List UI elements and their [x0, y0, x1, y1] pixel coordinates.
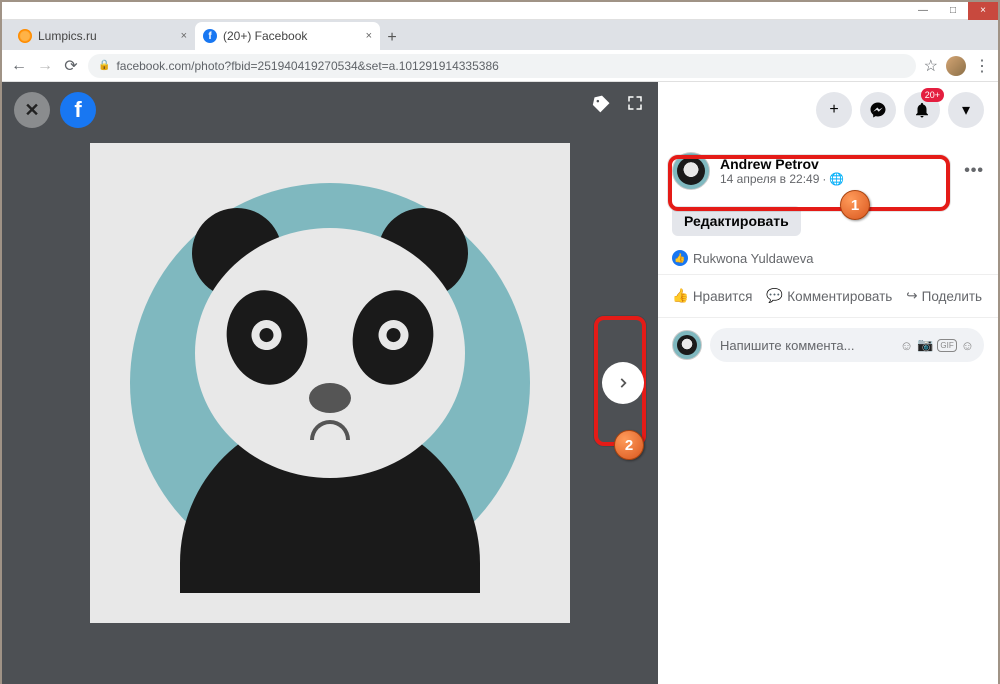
- thumbs-up-icon: 👍: [672, 288, 689, 304]
- tab-close-icon[interactable]: ×: [181, 30, 187, 42]
- photo-viewer: ✕ f: [2, 82, 658, 684]
- window-maximize-button[interactable]: □: [938, 2, 968, 20]
- fullscreen-icon[interactable]: [626, 94, 644, 119]
- photo-image: [90, 143, 570, 623]
- gif-icon[interactable]: GIF: [937, 339, 956, 352]
- my-avatar[interactable]: [672, 330, 702, 360]
- comment-placeholder: Напишите коммента...: [720, 338, 896, 353]
- share-button[interactable]: ↪ Поделить: [906, 281, 982, 311]
- tab-strip: Lumpics.ru × f (20+) Facebook × +: [2, 20, 998, 50]
- globe-icon[interactable]: 🌐: [829, 172, 844, 186]
- post-actions: 👍 Нравится 💬 Комментировать ↪ Поделить: [658, 274, 998, 318]
- comment-input[interactable]: Напишите коммента... ☺ 📷 GIF ☺: [710, 328, 984, 362]
- post-timestamp[interactable]: 14 апреля в 22:49: [720, 172, 819, 186]
- window-close-button[interactable]: ×: [968, 2, 998, 20]
- tab-title: Lumpics.ru: [38, 29, 97, 43]
- favicon-icon: [18, 29, 32, 43]
- window-minimize-button[interactable]: —: [908, 2, 938, 20]
- bookmark-star-icon[interactable]: ☆: [924, 56, 938, 76]
- like-icon: 👍: [672, 250, 688, 266]
- comment-button[interactable]: 💬 Комментировать: [766, 281, 892, 311]
- notifications-button[interactable]: 20+: [904, 92, 940, 128]
- fb-header-buttons: + 20+ ▾: [658, 92, 998, 142]
- forward-button[interactable]: →: [36, 57, 54, 75]
- post-header: Andrew Petrov 14 апреля в 22:49 · 🌐 •••: [658, 142, 998, 200]
- tab-title: (20+) Facebook: [223, 29, 307, 43]
- share-icon: ↪: [906, 288, 917, 304]
- reaction-names: Rukwona Yuldaweva: [693, 251, 813, 266]
- notification-badge: 20+: [921, 88, 944, 102]
- account-menu-button[interactable]: ▾: [948, 92, 984, 128]
- lock-icon: 🔒: [98, 60, 110, 71]
- emoji-icon[interactable]: ☺: [900, 338, 913, 353]
- reload-button[interactable]: ⟳: [62, 57, 80, 75]
- url-text: facebook.com/photo?fbid=251940419270534&…: [116, 59, 498, 73]
- photo-sidebar: + 20+ ▾ Andrew Petrov 14 апреля в 22:49 …: [658, 82, 998, 684]
- edit-button[interactable]: Редактировать: [672, 206, 801, 236]
- close-viewer-button[interactable]: ✕: [14, 92, 50, 128]
- browser-menu-button[interactable]: ⋮: [974, 56, 990, 76]
- browser-tab-lumpics[interactable]: Lumpics.ru ×: [10, 22, 195, 50]
- next-photo-button[interactable]: [602, 362, 644, 404]
- back-button[interactable]: ←: [10, 57, 28, 75]
- comment-composer: Напишите коммента... ☺ 📷 GIF ☺: [658, 318, 998, 372]
- favicon-icon: f: [203, 29, 217, 43]
- author-name[interactable]: Andrew Petrov: [720, 156, 954, 172]
- reactions-row[interactable]: 👍 Rukwona Yuldaweva: [658, 242, 998, 274]
- author-avatar[interactable]: [672, 152, 710, 190]
- like-button[interactable]: 👍 Нравится: [672, 281, 752, 311]
- browser-tab-facebook[interactable]: f (20+) Facebook ×: [195, 22, 380, 50]
- sticker-icon[interactable]: ☺: [961, 338, 974, 353]
- tab-close-icon[interactable]: ×: [366, 30, 372, 42]
- camera-icon[interactable]: 📷: [917, 337, 933, 353]
- comment-icon: 💬: [766, 288, 783, 304]
- post-more-button[interactable]: •••: [964, 162, 984, 180]
- create-button[interactable]: +: [816, 92, 852, 128]
- browser-profile-avatar[interactable]: [946, 56, 966, 76]
- address-field[interactable]: 🔒 facebook.com/photo?fbid=25194041927053…: [88, 54, 916, 78]
- new-tab-button[interactable]: +: [380, 26, 404, 50]
- window-title-bar: — □ ×: [2, 2, 998, 20]
- tag-icon[interactable]: [592, 94, 612, 119]
- messenger-button[interactable]: [860, 92, 896, 128]
- url-bar: ← → ⟳ 🔒 facebook.com/photo?fbid=25194041…: [2, 50, 998, 82]
- facebook-logo-icon[interactable]: f: [60, 92, 96, 128]
